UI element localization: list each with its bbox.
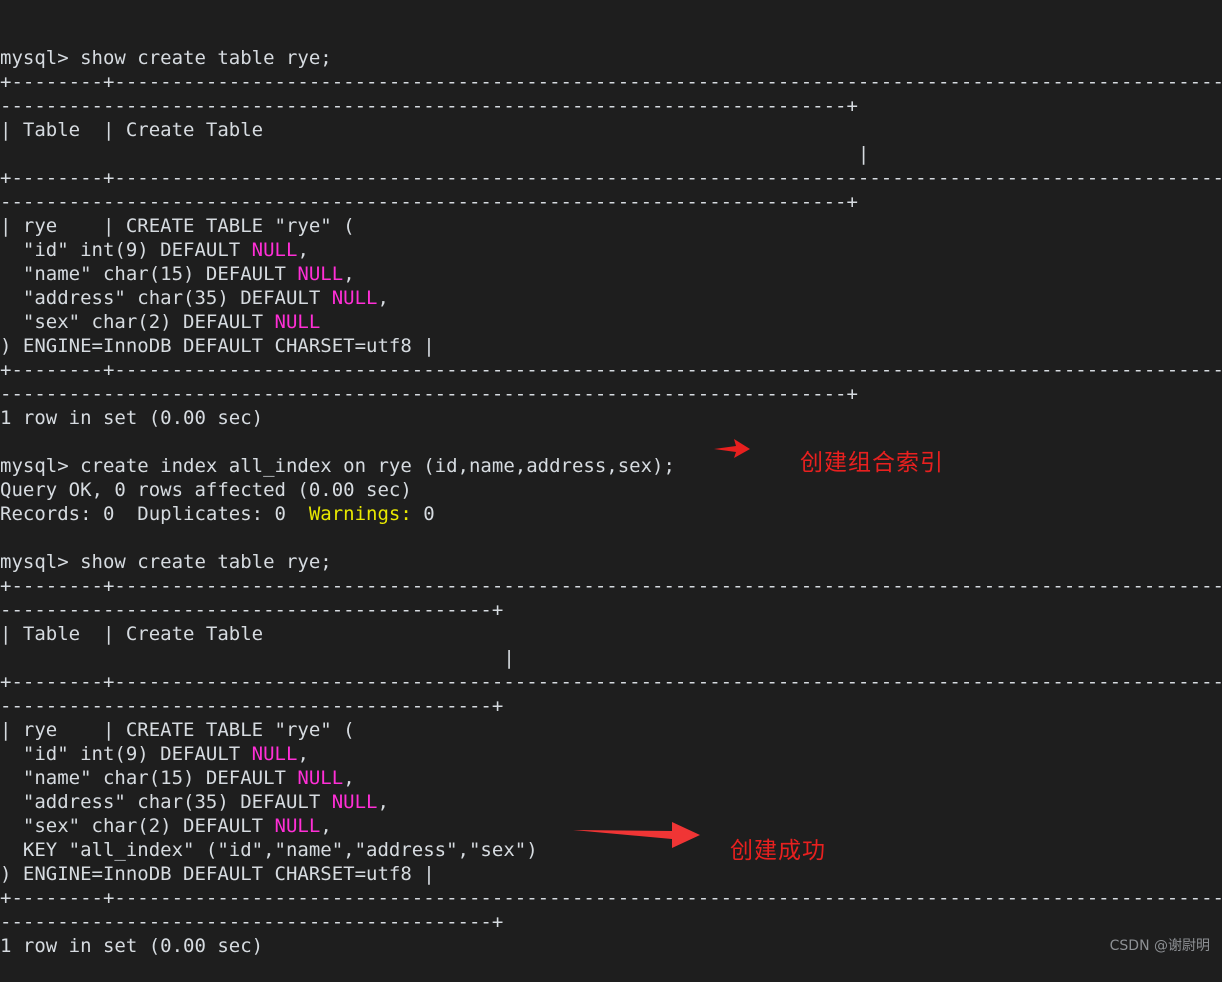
terminal-text: , bbox=[377, 791, 389, 813]
null-keyword: NULL bbox=[331, 287, 378, 309]
terminal-line: | Table | Create Table bbox=[0, 119, 264, 141]
terminal-line: 1 row in set (0.00 sec) bbox=[0, 407, 264, 429]
terminal-line: "sex" char(2) DEFAULT NULL bbox=[0, 310, 1222, 334]
terminal-line: | bbox=[0, 647, 515, 669]
terminal-line: ----------------------------------------… bbox=[0, 695, 504, 717]
null-keyword: NULL bbox=[297, 263, 344, 285]
terminal-line: "address" char(35) DEFAULT NULL, bbox=[0, 286, 1222, 310]
terminal-line: ----------------------------------------… bbox=[0, 383, 858, 405]
terminal-line: +--------+------------------------------… bbox=[0, 671, 1222, 693]
terminal-text: , bbox=[320, 815, 332, 837]
terminal-line: ----------------------------------------… bbox=[0, 95, 858, 117]
terminal-line: ----------------------------------------… bbox=[0, 911, 504, 933]
null-keyword: NULL bbox=[297, 767, 344, 789]
terminal-text: "sex" char(2) DEFAULT bbox=[0, 311, 275, 333]
terminal-line: "address" char(35) DEFAULT NULL, bbox=[0, 790, 1222, 814]
terminal-text: , bbox=[343, 263, 355, 285]
terminal-line: | rye | CREATE TABLE "rye" ( bbox=[0, 215, 355, 237]
terminal-text: "name" char(15) DEFAULT bbox=[0, 767, 298, 789]
terminal-line: "id" int(9) DEFAULT NULL, bbox=[0, 238, 1222, 262]
terminal-line: +--------+------------------------------… bbox=[0, 575, 1222, 597]
null-keyword: NULL bbox=[251, 743, 298, 765]
terminal-text: "id" int(9) DEFAULT bbox=[0, 743, 252, 765]
terminal-line: "name" char(15) DEFAULT NULL, bbox=[0, 766, 1222, 790]
warnings-label: Warnings: bbox=[308, 503, 412, 525]
terminal-line: +--------+------------------------------… bbox=[0, 359, 1222, 381]
annotation-create-composite-index: 创建组合索引 bbox=[800, 450, 944, 476]
terminal-line: mysql> create index all_index on rye (id… bbox=[0, 455, 675, 477]
csdn-watermark: CSDN @谢尉明 bbox=[1109, 938, 1210, 954]
terminal-line: 1 row in set (0.00 sec) bbox=[0, 935, 264, 957]
terminal-line: "id" int(9) DEFAULT NULL, bbox=[0, 742, 1222, 766]
terminal-text: Records: 0 Duplicates: 0 bbox=[0, 503, 309, 525]
terminal-text: , bbox=[297, 239, 309, 261]
terminal-line: | Table | Create Table bbox=[0, 623, 264, 645]
terminal-line: | rye | CREATE TABLE "rye" ( bbox=[0, 719, 355, 741]
annotation-created-successfully: 创建成功 bbox=[730, 838, 826, 864]
terminal-line: ) ENGINE=InnoDB DEFAULT CHARSET=utf8 | bbox=[0, 863, 435, 885]
terminal-line: ----------------------------------------… bbox=[0, 599, 504, 621]
terminal-line: ) ENGINE=InnoDB DEFAULT CHARSET=utf8 | bbox=[0, 335, 435, 357]
terminal-line: Records: 0 Duplicates: 0 Warnings: 0 bbox=[0, 502, 1222, 526]
terminal-text: "sex" char(2) DEFAULT bbox=[0, 815, 275, 837]
null-keyword: NULL bbox=[274, 815, 321, 837]
terminal-text: , bbox=[343, 767, 355, 789]
terminal-line: Query OK, 0 rows affected (0.00 sec) bbox=[0, 479, 412, 501]
terminal-text: , bbox=[297, 743, 309, 765]
terminal-line: +--------+------------------------------… bbox=[0, 167, 1222, 189]
annotation-arrow-long bbox=[573, 822, 700, 848]
terminal-line: mysql> show create table rye; bbox=[0, 551, 332, 573]
null-keyword: NULL bbox=[274, 311, 321, 333]
terminal-text: "id" int(9) DEFAULT bbox=[0, 239, 252, 261]
terminal-text: 0 bbox=[411, 503, 435, 525]
terminal-line: | bbox=[0, 143, 870, 165]
terminal-text: "address" char(35) DEFAULT bbox=[0, 791, 332, 813]
terminal-line: +--------+------------------------------… bbox=[0, 887, 1222, 909]
terminal-text: "address" char(35) DEFAULT bbox=[0, 287, 332, 309]
terminal-text: , bbox=[377, 287, 389, 309]
terminal-line: mysql> show create table rye; bbox=[0, 47, 332, 69]
null-keyword: NULL bbox=[251, 239, 298, 261]
terminal-line: "name" char(15) DEFAULT NULL, bbox=[0, 262, 1222, 286]
annotation-arrow-short bbox=[714, 439, 750, 458]
terminal-text: "name" char(15) DEFAULT bbox=[0, 263, 298, 285]
terminal-line: ----------------------------------------… bbox=[0, 191, 858, 213]
null-keyword: NULL bbox=[331, 791, 378, 813]
terminal-line: +--------+------------------------------… bbox=[0, 71, 1222, 93]
